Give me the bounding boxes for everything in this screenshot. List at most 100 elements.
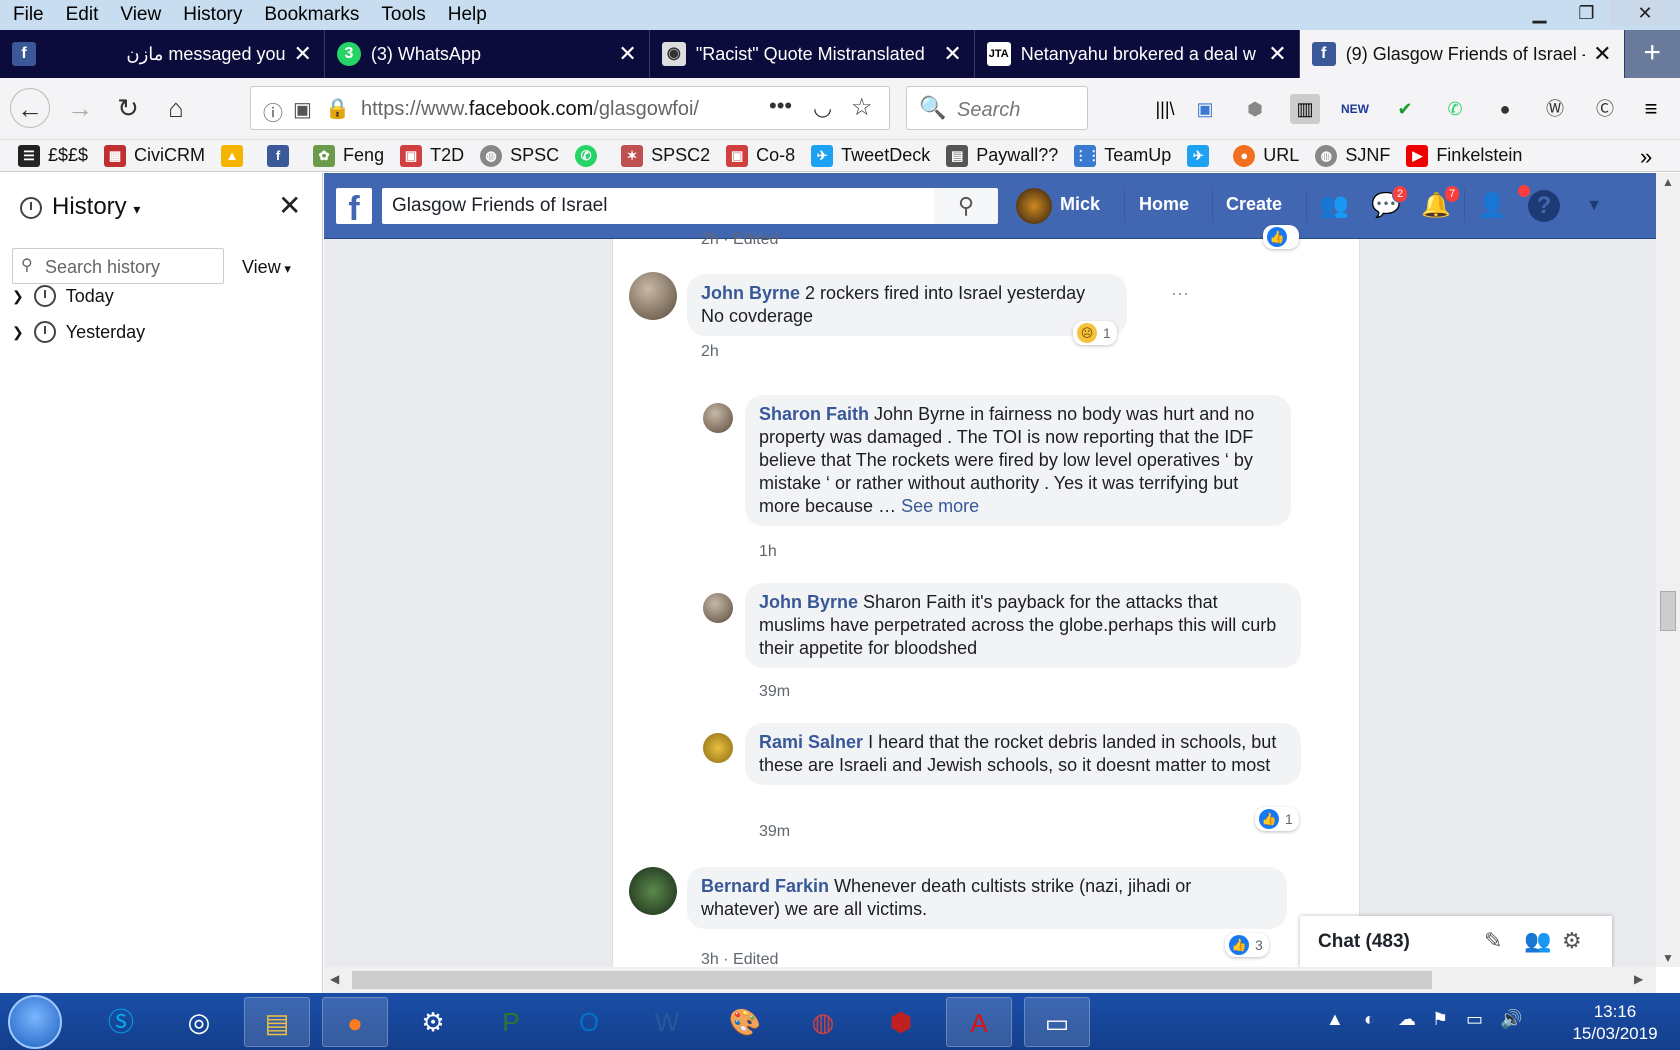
menu-tools[interactable]: Tools (368, 4, 434, 26)
forward-arrow-icon[interactable]: → (60, 88, 100, 128)
chat-bar[interactable]: Chat (483) ✎ 👥 ⚙ (1300, 916, 1612, 968)
menu-file[interactable]: File (0, 4, 53, 26)
library-icon[interactable]: |||\ (1150, 94, 1180, 124)
bookmark-item[interactable]: ▶ Finkelstein (1406, 144, 1522, 167)
bookmark-item[interactable]: ✈ TweetDeck (811, 144, 930, 167)
scroll-down-icon[interactable]: ▼ (1662, 951, 1674, 965)
volume-icon[interactable]: 🔊 (1500, 1009, 1522, 1030)
permissions-icon[interactable]: ▣ (293, 97, 312, 122)
w-extension-icon[interactable]: Ⓦ (1540, 94, 1570, 124)
bookmark-item[interactable]: f (267, 144, 297, 167)
file-explorer-icon[interactable]: ▤ (244, 997, 310, 1047)
new-tab-button[interactable]: + (1624, 30, 1680, 78)
comment-timestamp[interactable]: 3h · Edited (701, 951, 778, 967)
horizontal-scrollbar[interactable]: ◀ ▶ (324, 967, 1656, 993)
minimize-button[interactable]: ▁ (1516, 0, 1563, 26)
see-more-link[interactable]: See more (901, 496, 979, 516)
screenshot-icon[interactable]: ▣ (1190, 94, 1220, 124)
lock-icon[interactable]: 🔒 (325, 96, 350, 121)
flag-icon[interactable]: ⚑ (1432, 1009, 1448, 1030)
adblock-icon[interactable]: ⬢ (1240, 94, 1270, 124)
page-actions-icon[interactable]: ••• (769, 93, 792, 119)
close-tab-icon[interactable]: ✕ (1268, 41, 1286, 67)
bookmarks-overflow-icon[interactable]: » (1640, 144, 1652, 170)
gear-icon[interactable]: ⚙ (1562, 928, 1582, 954)
more-options-icon[interactable]: ··· (1171, 283, 1189, 304)
pocket-icon[interactable]: ◡ (813, 95, 832, 121)
new-group-icon[interactable]: 👥 (1524, 928, 1551, 954)
bookmark-item[interactable]: ▦ CiviCRM (104, 144, 205, 167)
bookmark-star-icon[interactable]: ☆ (851, 93, 873, 122)
scroll-thumb[interactable] (352, 971, 1432, 989)
history-group-yesterday[interactable]: ❯ Yesterday (12, 321, 145, 343)
menu-help[interactable]: Help (435, 4, 496, 26)
comment-author[interactable]: Sharon Faith (759, 404, 869, 424)
menu-history[interactable]: History (170, 4, 251, 26)
groups-icon[interactable]: 👤 (1476, 190, 1508, 222)
scroll-right-icon[interactable]: ▶ (1634, 972, 1643, 986)
close-sidebar-icon[interactable]: ✕ (278, 189, 301, 222)
skype-icon[interactable]: Ⓢ (88, 997, 154, 1047)
friend-requests-icon[interactable]: 👥 (1318, 190, 1350, 222)
history-group-today[interactable]: ❯ Today (12, 285, 114, 307)
close-window-button[interactable]: ✕ (1610, 0, 1680, 26)
bookmark-item[interactable]: ▣ T2D (400, 144, 464, 167)
bookmark-item[interactable]: ▣ Co-8 (726, 144, 795, 167)
tab-facebook-message[interactable]: f مازن messaged you ✕ (0, 30, 325, 78)
onedrive-icon[interactable]: ☁ (1398, 1009, 1416, 1030)
scroll-thumb[interactable] (1660, 591, 1676, 631)
help-icon[interactable]: ? (1528, 190, 1560, 222)
tab-whatsapp[interactable]: 3 (3) WhatsApp ✕ (325, 30, 650, 78)
word-icon[interactable]: W (634, 997, 700, 1047)
scroll-up-icon[interactable]: ▲ (1662, 175, 1674, 189)
avatar[interactable] (629, 867, 677, 915)
bookmark-item[interactable]: ⋮⋮ TeamUp (1074, 144, 1171, 167)
comment-timestamp[interactable]: 39m (759, 683, 790, 701)
avatar[interactable] (703, 593, 733, 623)
avatar[interactable] (1016, 188, 1052, 224)
close-tab-icon[interactable]: ✕ (943, 41, 961, 67)
home-icon[interactable]: ⌂ (156, 88, 196, 128)
check-icon[interactable]: ✔ (1390, 94, 1420, 124)
acrobat-icon[interactable]: A (946, 997, 1012, 1047)
bookmark-item[interactable]: ✆ (575, 144, 605, 167)
comment-timestamp[interactable]: 2h (701, 343, 719, 361)
app-icon[interactable]: ⚙ (400, 997, 466, 1047)
comment-timestamp[interactable]: 1h (759, 543, 777, 561)
comment-author[interactable]: Bernard Farkin (701, 876, 829, 896)
comment-author[interactable]: John Byrne (759, 592, 858, 612)
profile-link[interactable]: Mick (1060, 194, 1100, 215)
facebook-search-input[interactable]: Glasgow Friends of Israel (382, 188, 997, 224)
vertical-scrollbar[interactable]: ▲ ▼ (1656, 173, 1680, 967)
comment-timestamp[interactable]: 39m (759, 823, 790, 841)
outlook-icon[interactable]: O (556, 997, 622, 1047)
avatar[interactable] (703, 403, 733, 433)
reaction-count[interactable]: 👍 (1263, 225, 1299, 249)
comment-author[interactable]: Rami Salner (759, 732, 863, 752)
sidebar-toggle-icon[interactable]: ▥ (1290, 94, 1320, 124)
sidebar-header[interactable]: History ▾ (20, 193, 140, 221)
compose-icon[interactable]: ✎ (1484, 928, 1502, 954)
bookmark-item[interactable]: ▲ (221, 144, 251, 167)
whatsapp-extension-icon[interactable]: ✆ (1440, 94, 1470, 124)
bookmark-item[interactable]: ◍ SPSC (480, 144, 559, 167)
tab-netanyahu[interactable]: JTA Netanyahu brokered a deal w ✕ (975, 30, 1300, 78)
extension-icon[interactable]: ● (1490, 94, 1520, 124)
photo-viewer-icon[interactable]: ▭ (1024, 997, 1090, 1047)
bookmark-item[interactable]: ✈ (1187, 144, 1217, 167)
publisher-icon[interactable]: P (478, 997, 544, 1047)
start-button[interactable] (8, 995, 62, 1049)
bookmark-item[interactable]: ☰ £$£$ (18, 144, 88, 167)
caret-down-icon[interactable]: ▼ (1578, 190, 1610, 222)
reaction-count[interactable]: 👍 1 (1255, 807, 1299, 831)
reaction-count[interactable]: 👍 3 (1225, 933, 1269, 957)
bookmark-item[interactable]: ✿ Feng (313, 144, 384, 167)
search-bar[interactable]: 🔍 Search (906, 86, 1088, 130)
create-link[interactable]: Create (1226, 194, 1282, 215)
avatar[interactable] (703, 733, 733, 763)
system-clock[interactable]: 13:16 15/03/2019 (1560, 1001, 1670, 1045)
app-icon[interactable]: ⬢ (868, 997, 934, 1047)
bookmark-item[interactable]: ▤ Paywall?? (946, 144, 1058, 167)
paint-icon[interactable]: 🎨 (712, 997, 778, 1047)
info-icon[interactable]: ⓘ (263, 97, 283, 126)
